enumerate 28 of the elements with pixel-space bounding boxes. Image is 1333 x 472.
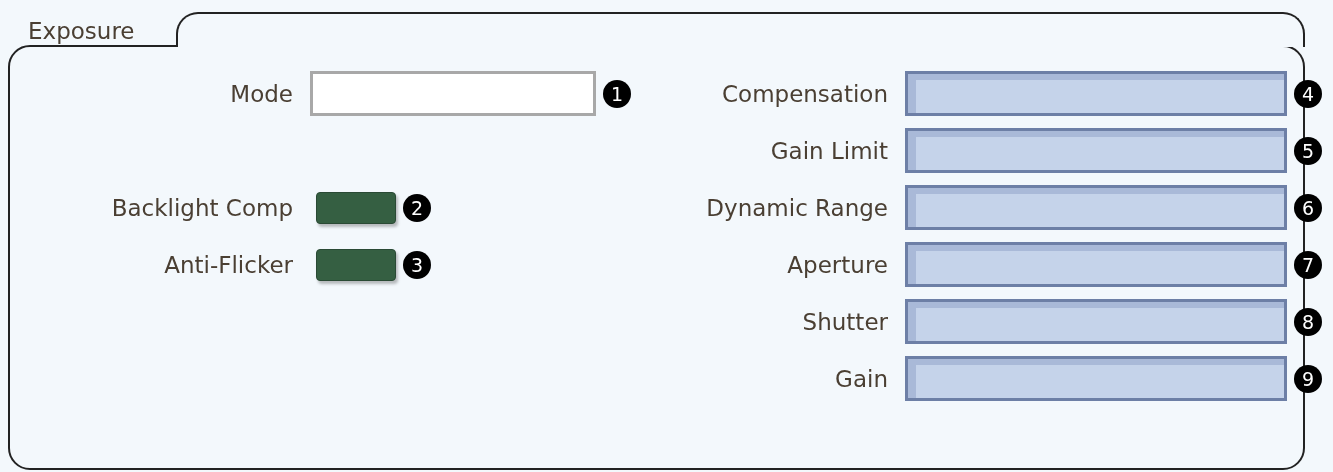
callout-number: 4 <box>1294 79 1322 108</box>
input-field[interactable] <box>905 242 1287 287</box>
toggle-button[interactable] <box>316 248 396 281</box>
callout-number: 5 <box>1294 136 1322 165</box>
field-label: Dynamic Range <box>706 194 888 221</box>
callout-number: 3 <box>403 250 431 279</box>
input-field[interactable] <box>905 299 1287 344</box>
tab-title: Exposure <box>27 17 136 46</box>
input-field[interactable] <box>905 356 1287 401</box>
input-field[interactable] <box>905 71 1287 116</box>
callout-number: 6 <box>1294 193 1322 222</box>
field-label: Anti-Flicker <box>164 251 293 278</box>
callout-number: 2 <box>403 193 431 222</box>
input-field[interactable] <box>905 185 1287 230</box>
callout-number: 8 <box>1294 307 1322 336</box>
field-label: Aperture <box>787 251 888 278</box>
callout-number: 9 <box>1294 364 1322 393</box>
input-field[interactable] <box>905 128 1287 173</box>
field-label: Mode <box>230 80 293 107</box>
field-label: Gain <box>835 365 888 392</box>
field-label: Gain Limit <box>770 137 888 164</box>
field-label: Backlight Comp <box>111 194 293 221</box>
callout-number: 7 <box>1294 250 1322 279</box>
mode-field[interactable] <box>310 71 596 116</box>
toggle-button[interactable] <box>316 191 396 224</box>
field-label: Compensation <box>722 80 888 107</box>
field-label: Shutter <box>802 308 888 335</box>
callout-number: 1 <box>603 79 631 108</box>
